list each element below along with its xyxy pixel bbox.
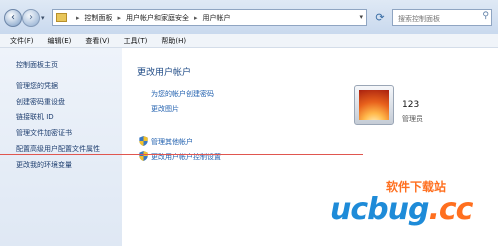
breadcrumb-separator-icon[interactable]: ▸ xyxy=(76,14,80,22)
page-title: 更改用户帐户 xyxy=(137,68,192,78)
create-password-link[interactable]: 为您的帐户创建密码 xyxy=(151,89,214,99)
watermark-logo-domain: .cc xyxy=(428,192,473,227)
change-picture-link[interactable]: 更改图片 xyxy=(151,104,179,114)
annotation-underline xyxy=(0,154,363,155)
nav-manage-credentials[interactable]: 管理您的凭据 xyxy=(16,81,58,91)
search-icon[interactable]: ⚲ xyxy=(482,11,489,21)
watermark-logo-text: ucbug xyxy=(330,192,429,227)
left-nav-pane: 控制面板主页 管理您的凭据 创建密码重设盘 链接联机 ID 管理文件加密证书 配… xyxy=(0,48,122,246)
watermark-logo: ucbug.cc xyxy=(330,192,473,227)
menu-file[interactable]: 文件(F) xyxy=(10,36,34,46)
menu-bar: 文件(F) 编辑(E) 查看(V) 工具(T) 帮助(H) xyxy=(0,34,498,48)
address-history-dropdown-icon[interactable]: ▾ xyxy=(359,13,363,21)
site-watermark: 软件下载站 ucbug.cc xyxy=(330,178,495,238)
back-button[interactable]: ‹ xyxy=(4,9,22,27)
breadcrumb-item-control-panel[interactable]: 控制面板 xyxy=(85,13,113,23)
menu-help[interactable]: 帮助(H) xyxy=(161,36,186,46)
nav-change-environment-variables[interactable]: 更改我的环境变量 xyxy=(16,160,72,170)
menu-edit[interactable]: 编辑(E) xyxy=(48,36,72,46)
nav-create-password-reset-disk[interactable]: 创建密码重设盘 xyxy=(16,97,65,107)
nav-control-panel-home[interactable]: 控制面板主页 xyxy=(16,60,58,70)
breadcrumb-separator-icon[interactable]: ▸ xyxy=(194,14,198,22)
forward-button[interactable]: › xyxy=(22,9,40,27)
nav-advanced-user-profile-properties[interactable]: 配置高级用户配置文件属性 xyxy=(16,144,100,154)
menu-tools[interactable]: 工具(T) xyxy=(124,36,148,46)
search-input[interactable] xyxy=(396,11,482,26)
breadcrumb-separator-icon[interactable]: ▸ xyxy=(118,14,122,22)
breadcrumb[interactable]: ▸ 控制面板 ▸ 用户帐户和家庭安全 ▸ 用户帐户 ▾ xyxy=(52,9,367,26)
uac-shield-icon xyxy=(139,151,148,161)
nav-manage-file-encryption-certificates[interactable]: 管理文件加密证书 xyxy=(16,128,72,138)
breadcrumb-item-user-accounts[interactable]: 用户帐户 xyxy=(203,13,231,23)
uac-shield-icon xyxy=(139,136,148,146)
breadcrumb-item-user-accounts-family-safety[interactable]: 用户帐户和家庭安全 xyxy=(126,13,189,23)
user-name: 123 xyxy=(402,100,420,110)
address-bar: ‹ › ▾ ▸ 控制面板 ▸ 用户帐户和家庭安全 ▸ 用户帐户 ▾ ⟳ ⚲ xyxy=(0,0,498,35)
nav-link-online-id[interactable]: 链接联机 ID xyxy=(16,112,54,122)
manage-other-accounts-link[interactable]: 管理其他帐户 xyxy=(151,137,193,147)
refresh-icon[interactable]: ⟳ xyxy=(372,9,388,26)
search-box[interactable]: ⚲ xyxy=(392,9,492,26)
user-avatar xyxy=(359,90,389,120)
menu-view[interactable]: 查看(V) xyxy=(85,36,109,46)
user-avatar-frame xyxy=(354,85,394,125)
control-panel-folder-icon xyxy=(56,13,67,22)
recent-pages-dropdown-icon[interactable]: ▾ xyxy=(41,14,45,22)
user-role: 管理员 xyxy=(402,115,423,123)
